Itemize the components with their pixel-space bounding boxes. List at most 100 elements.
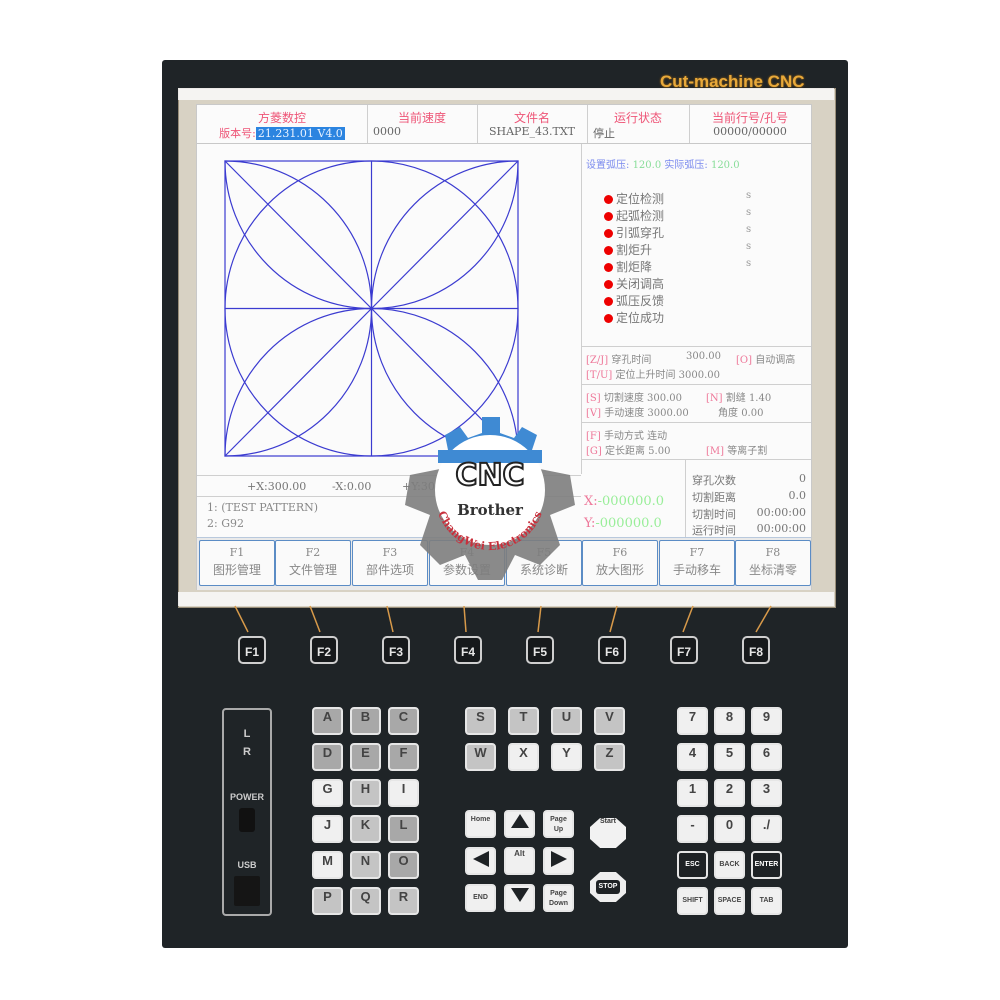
header-title: 方菱数控	[257, 111, 306, 125]
enter-key[interactable]: ENTER	[751, 851, 782, 879]
key-s[interactable]: S	[465, 707, 496, 735]
status-value: s	[746, 258, 752, 269]
key-d[interactable]: D	[312, 743, 343, 771]
softkey-label: 放大图形	[595, 563, 644, 577]
hw-key-f5[interactable]: F5	[526, 636, 554, 664]
arrow-left-key[interactable]	[465, 847, 496, 875]
arrow-right-key[interactable]	[543, 847, 574, 875]
counter-value: 00:00:00	[756, 522, 806, 535]
param-group-manual[interactable]: [F] 手动方式 连动 [G] 定长距离 5.00 [M] 等离子割	[582, 422, 811, 459]
key-num-8[interactable]: 8	[714, 707, 745, 735]
param-group-pierce[interactable]: [Z/J] 穿孔时间 300.00 [O] 自动调高 [T/U] 定位上升时间 30…	[582, 346, 811, 383]
key-num-3[interactable]: 3	[751, 779, 782, 807]
run-state-value: 停止	[593, 127, 615, 140]
limit-x-minus: -X:0.00	[332, 480, 372, 493]
key-z[interactable]: Z	[594, 743, 625, 771]
home-key[interactable]: Home	[465, 810, 496, 838]
key-x[interactable]: X	[508, 743, 539, 771]
tab-key[interactable]: TAB	[751, 887, 782, 915]
key-t[interactable]: T	[508, 707, 539, 735]
param-group-speed[interactable]: [S] 切割速度 300.00 [N] 割缝 1.40 [V] 手动速度 3000…	[582, 384, 811, 421]
start-button[interactable]: Start	[590, 818, 626, 848]
space-key[interactable]: SPACE	[714, 887, 745, 915]
key-num-0[interactable]: 0	[714, 815, 745, 843]
softkey-f6[interactable]: F6 放大图形	[582, 540, 658, 586]
key-m[interactable]: M	[312, 851, 343, 879]
param-value: 0.00	[741, 408, 764, 419]
end-key[interactable]: END	[465, 884, 496, 912]
key-a[interactable]: A	[312, 707, 343, 735]
key-l[interactable]: L	[388, 815, 419, 843]
hw-key-f1[interactable]: F1	[238, 636, 266, 664]
key-v[interactable]: V	[594, 707, 625, 735]
key-num-5[interactable]: 5	[714, 743, 745, 771]
page-up-key[interactable]: Page Up	[543, 810, 574, 838]
key-c[interactable]: C	[388, 707, 419, 735]
key-num-minus[interactable]: -	[677, 815, 708, 843]
key-r[interactable]: R	[388, 887, 419, 915]
arrow-down-icon	[510, 888, 529, 902]
key-i[interactable]: I	[388, 779, 419, 807]
counter-label: 运行时间	[692, 524, 736, 537]
hw-key-f8[interactable]: F8	[742, 636, 770, 664]
param-value: 300.00	[647, 393, 683, 404]
key-o[interactable]: O	[388, 851, 419, 879]
key-p[interactable]: P	[312, 887, 343, 915]
stop-button[interactable]: STOP	[590, 872, 626, 902]
alt-key[interactable]: Alt	[504, 847, 535, 875]
version-value: 21.231.01 V4.0	[255, 127, 345, 140]
param-key: [T/U]	[586, 370, 613, 381]
key-num-9[interactable]: 9	[751, 707, 782, 735]
red-led-icon	[604, 263, 613, 272]
esc-key[interactable]: ESC	[677, 851, 708, 879]
key-f[interactable]: F	[388, 743, 419, 771]
hw-key-f4[interactable]: F4	[454, 636, 482, 664]
shift-key[interactable]: SHIFT	[677, 887, 708, 915]
set-arc-value: 120.0	[632, 160, 662, 171]
counter-row: 切割时间 00:00:00	[692, 506, 806, 522]
status-value: s	[746, 241, 752, 252]
arrow-up-icon	[510, 814, 529, 828]
softkey-f8[interactable]: F8 坐标清零	[735, 540, 811, 586]
key-g[interactable]: G	[312, 779, 343, 807]
param-label: 手动方式	[603, 431, 644, 442]
key-num-2[interactable]: 2	[714, 779, 745, 807]
usb-port[interactable]	[234, 876, 260, 906]
key-num-7[interactable]: 7	[677, 707, 708, 735]
key-num-1[interactable]: 1	[677, 779, 708, 807]
key-k[interactable]: K	[350, 815, 381, 843]
key-w[interactable]: W	[465, 743, 496, 771]
param-value: 1.40	[748, 393, 772, 404]
status-item: 引弧穿孔 s	[604, 224, 751, 241]
param-key: [N]	[706, 393, 723, 404]
key-u[interactable]: U	[551, 707, 582, 735]
key-j[interactable]: J	[312, 815, 343, 843]
key-e[interactable]: E	[350, 743, 381, 771]
softkey-f1[interactable]: F1 图形管理	[199, 540, 275, 586]
power-switch[interactable]	[239, 808, 255, 832]
page-down-key[interactable]: Page Down	[543, 884, 574, 912]
key-num-dot[interactable]: ./	[751, 815, 782, 843]
red-led-icon	[604, 314, 613, 323]
back-key[interactable]: BACK	[714, 851, 745, 879]
key-num-4[interactable]: 4	[677, 743, 708, 771]
actual-arc-value: 120.0	[710, 160, 740, 171]
status-header: 方菱数控 版本号: 21.231.01 V4.0 当前速度 0000 文件名 SH…	[197, 105, 811, 144]
softkey-f7[interactable]: F7 手动移车	[659, 540, 735, 586]
key-n[interactable]: N	[350, 851, 381, 879]
key-num-6[interactable]: 6	[751, 743, 782, 771]
power-label: POWER	[229, 792, 264, 802]
param-value: 3000.00	[678, 370, 721, 381]
key-y[interactable]: Y	[551, 743, 582, 771]
softkey-f2[interactable]: F2 文件管理	[275, 540, 351, 586]
hw-key-f6[interactable]: F6	[598, 636, 626, 664]
hw-key-f2[interactable]: F2	[310, 636, 338, 664]
arrow-up-key[interactable]	[504, 810, 535, 838]
key-h[interactable]: H	[350, 779, 381, 807]
key-b[interactable]: B	[350, 707, 381, 735]
hw-key-f3[interactable]: F3	[382, 636, 410, 664]
line-number-value: 00000/00000	[713, 125, 787, 138]
hw-key-f7[interactable]: F7	[670, 636, 698, 664]
arrow-down-key[interactable]	[504, 884, 535, 912]
key-q[interactable]: Q	[350, 887, 381, 915]
